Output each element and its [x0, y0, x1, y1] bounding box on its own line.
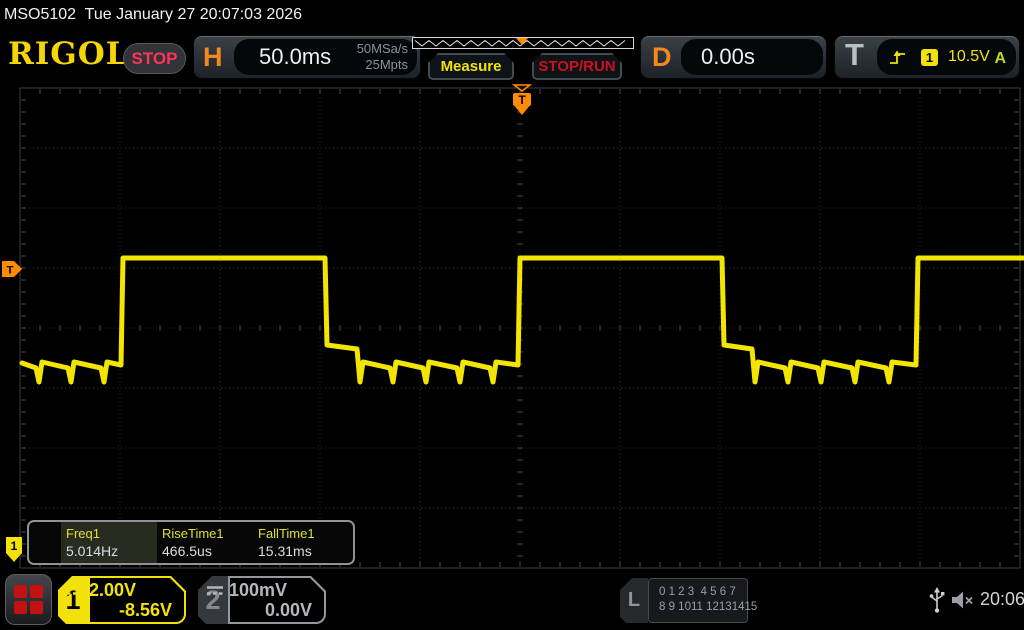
measurement-falltime[interactable]: FallTime1 15.31ms [253, 522, 349, 563]
measurement-value: 5.014Hz [66, 543, 119, 559]
measurement-freq[interactable]: Freq1 5.014Hz [61, 522, 157, 563]
trigger-level-marker[interactable]: T [2, 261, 22, 277]
measurement-risetime[interactable]: RiseTime1 466.5us [157, 522, 253, 563]
dc-coupling-icon [67, 586, 83, 595]
channel1-offset: -8.56V [118, 600, 172, 620]
quick-menu-button[interactable] [5, 574, 52, 625]
channel1-marker-number: 1 [11, 539, 18, 553]
channel1-trace [19, 255, 1024, 385]
channel1-scale-row: 2.00V [66, 580, 136, 601]
oscilloscope-screen: MSO5102 Tue January 27 20:07:03 2026 RIG… [0, 0, 1024, 630]
channel2-offset: 0.00V [264, 600, 312, 620]
channel1-widget[interactable]: 1 2.00V -8.56V [58, 576, 186, 624]
channel2-scale: 100mV [229, 580, 288, 600]
trigger-position-letter: T [518, 93, 526, 107]
clock: 20:06 [980, 589, 1024, 609]
measurement-value: 15.31ms [258, 543, 312, 559]
digital-channel-list: 0 1 2 3 4 5 6 7 8 9 1011 12131415 [648, 578, 758, 623]
digital-channels-widget[interactable]: L 0 1 2 3 4 5 6 7 8 9 1011 12131415 [620, 578, 758, 623]
dc-coupling-icon [207, 586, 223, 595]
measurement-results-box[interactable]: Freq1 5.014Hz RiseTime1 466.5us FallTime… [27, 520, 355, 565]
speaker-muted-icon [952, 591, 973, 609]
trigger-position-marker[interactable]: T [511, 84, 533, 115]
digital-tab[interactable]: L [620, 578, 648, 623]
measurement-label: Freq1 [66, 526, 100, 541]
measurement-value: 466.5us [162, 543, 212, 559]
grid-menu-icon [14, 585, 43, 614]
digital-row2: 8 9 1011 12131415 [659, 601, 758, 613]
measurement-label: FallTime1 [258, 526, 315, 541]
digital-row1: 0 1 2 3 4 5 6 7 [659, 586, 736, 598]
trigger-level-letter: T [7, 265, 14, 277]
channel1-scale: 2.00V [89, 580, 137, 600]
channel2-scale-row: 100mV [206, 580, 287, 601]
channel2-widget[interactable]: 2 100mV 0.00V [198, 576, 326, 624]
usb-icon [929, 587, 945, 613]
measurement-label: RiseTime1 [162, 526, 224, 541]
